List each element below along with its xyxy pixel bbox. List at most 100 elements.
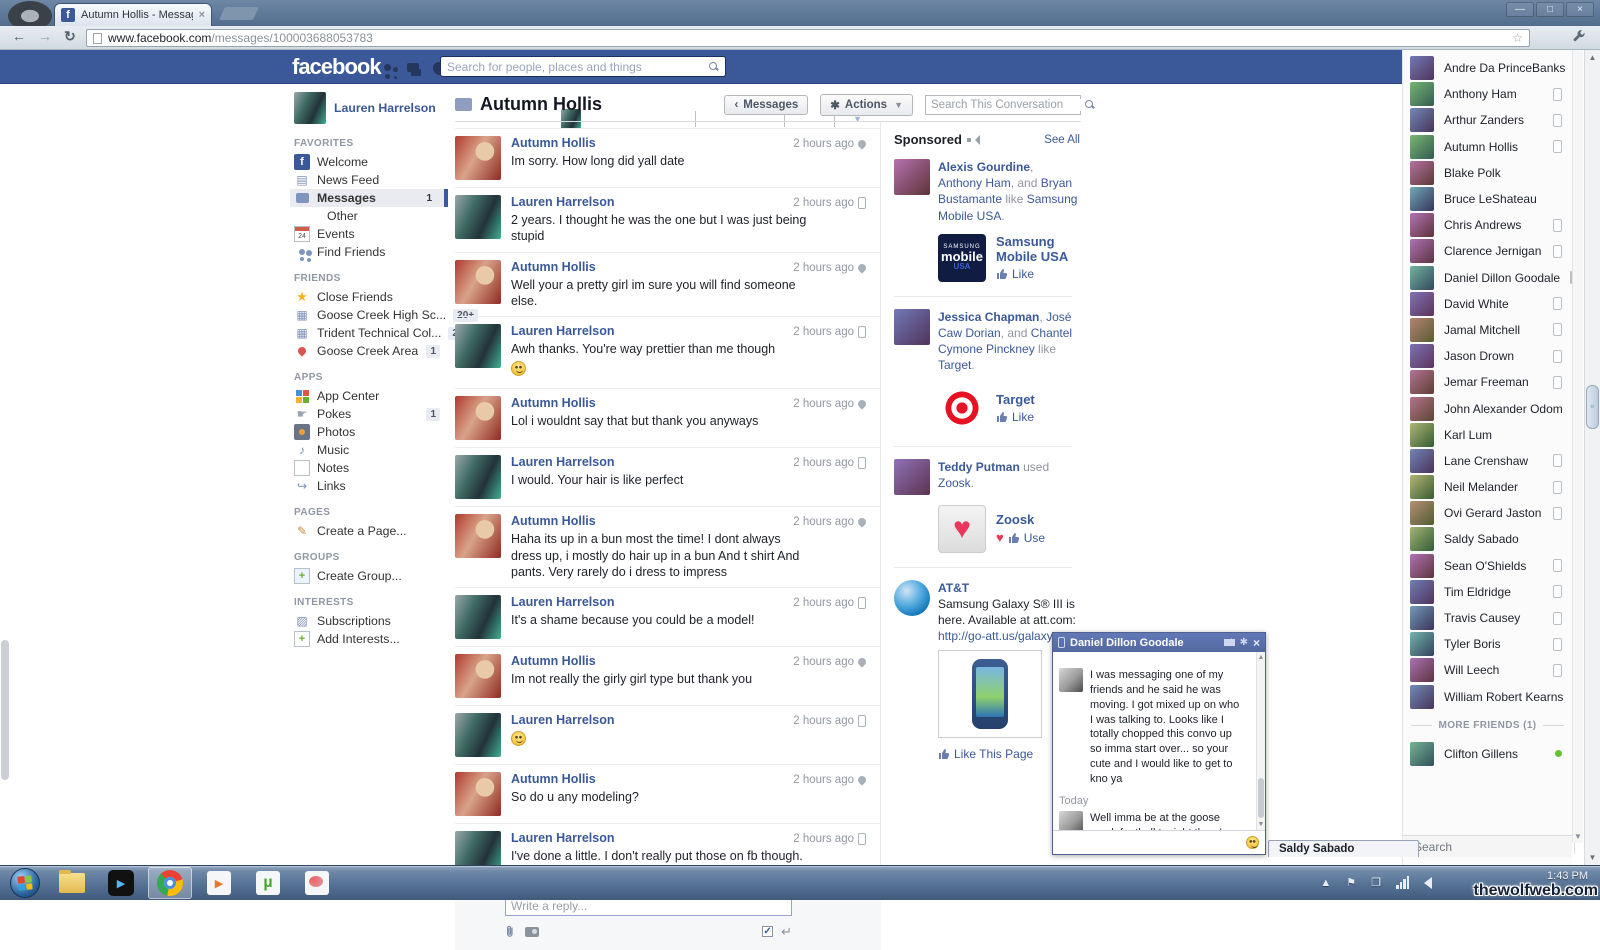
taskbar-app-button[interactable]	[99, 867, 143, 899]
nav-item[interactable]: Goose Creek High Sc... 20+	[290, 306, 479, 324]
taskbar-app-button[interactable]	[148, 867, 192, 899]
friend-search-input[interactable]	[1414, 839, 1569, 854]
attach-file-icon[interactable]	[505, 924, 515, 939]
ad-logo[interactable]: SAMSUNG mobile USA	[938, 233, 986, 282]
scroll-down-arrow-icon[interactable]: ▼	[1585, 850, 1600, 865]
ad-action-link[interactable]: ♥ Like	[996, 267, 1080, 281]
friend-row[interactable]: Autumn Hollis	[1403, 134, 1572, 160]
chat-popup-scrollbar[interactable]: ▲ ▼	[1256, 652, 1265, 830]
att-logo[interactable]	[894, 579, 930, 616]
friend-row[interactable]: Andre Da PrinceBanks	[1403, 55, 1572, 81]
chat-popup-header[interactable]: Daniel Dillon Goodale ✱ ×	[1053, 633, 1265, 652]
minimized-chat-tab[interactable]: Saldy Sabado	[1268, 840, 1419, 857]
message-author[interactable]: Lauren Harrelson	[511, 455, 683, 469]
close-chat-icon[interactable]: ×	[1253, 636, 1260, 650]
press-enter-checkbox[interactable]: ✓	[762, 926, 774, 937]
message-author[interactable]: Lauren Harrelson	[511, 831, 811, 845]
profile-row[interactable]: Lauren Harrelson	[294, 92, 448, 124]
message-avatar[interactable]	[455, 259, 501, 304]
message-avatar[interactable]	[455, 455, 501, 500]
message-author[interactable]: Autumn Hollis	[511, 396, 758, 410]
friend-row[interactable]: Anthony Ham	[1403, 81, 1572, 107]
message-avatar[interactable]	[455, 713, 501, 757]
scroll-down-arrow-icon[interactable]: ▼	[1574, 832, 1582, 841]
friend-row[interactable]: Will Leech	[1403, 657, 1572, 683]
nav-item[interactable]: Notes	[290, 459, 448, 477]
tab-close-icon[interactable]: ×	[199, 9, 205, 21]
flag-action-center-icon[interactable]: ⚑	[1346, 876, 1356, 889]
friend-row[interactable]: Bruce LeShateau	[1403, 186, 1572, 212]
close-button[interactable]: ×	[1566, 2, 1594, 17]
facebook-logo[interactable]: facebook	[292, 54, 382, 80]
start-button[interactable]	[10, 868, 40, 898]
conversation-search[interactable]	[925, 94, 1093, 115]
minimize-button[interactable]: —	[1506, 2, 1534, 17]
video-call-icon[interactable]	[1223, 638, 1235, 646]
nav-item[interactable]: Close Friends	[290, 288, 448, 306]
nav-item[interactable]: Music	[290, 441, 448, 459]
friend-row[interactable]: Clifton Gillens	[1403, 741, 1572, 767]
friend-row[interactable]: John Alexander Odom	[1403, 395, 1575, 421]
message-author[interactable]: Lauren Harrelson	[511, 324, 775, 338]
friend-row[interactable]: Sean O'Shields	[1403, 553, 1572, 579]
friend-row[interactable]: Neil Melander	[1403, 474, 1572, 500]
taskbar-clock[interactable]: 1:43 PM	[1547, 870, 1588, 882]
nav-item[interactable]: Pokes 1	[290, 405, 448, 423]
friend-row[interactable]: Jamal Mitchell	[1403, 317, 1572, 343]
address-bar[interactable]: www.facebook.com/messages/10000368805378…	[86, 29, 1530, 47]
page-scroll-thumb[interactable]: ≡	[1586, 385, 1599, 429]
nav-item[interactable]: Events	[290, 225, 448, 243]
friend-row[interactable]: Ovi Gerard Jaston	[1403, 500, 1572, 526]
message-avatar[interactable]	[455, 324, 501, 368]
friend-row[interactable]: Chris Andrews	[1403, 212, 1572, 238]
nav-item[interactable]: News Feed	[290, 171, 448, 189]
message-avatar[interactable]	[455, 595, 501, 639]
chat-scroll-thumb[interactable]	[1258, 778, 1264, 818]
ad-avatar[interactable]	[894, 458, 930, 495]
network-signal-icon[interactable]	[1396, 876, 1409, 889]
scroll-up-arrow-icon[interactable]: ▲	[1585, 50, 1600, 65]
profile-name[interactable]: Lauren Harrelson	[334, 101, 436, 115]
messages-icon[interactable]	[404, 58, 422, 76]
ad-logo[interactable]	[938, 383, 986, 432]
browser-tab[interactable]: f Autumn Hollis - Messages ×	[54, 3, 212, 26]
search-icon[interactable]	[709, 61, 719, 72]
nav-item[interactable]: Find Friends	[290, 243, 448, 261]
nav-item[interactable]: Trident Technical Col... 20+	[290, 324, 474, 342]
message-avatar[interactable]	[455, 772, 501, 816]
friend-row[interactable]: Blake Polk	[1403, 160, 1572, 186]
ad-avatar[interactable]	[894, 159, 930, 195]
message-avatar[interactable]	[455, 396, 501, 441]
ad-action-link[interactable]: ♥ Like	[996, 410, 1035, 424]
friend-row[interactable]: Karl Lum	[1403, 422, 1572, 448]
nav-item[interactable]: Links	[290, 477, 448, 495]
ad-logo[interactable]	[938, 504, 986, 553]
nav-item[interactable]: Create Group...	[290, 567, 448, 585]
friend-row[interactable]: Tim Eldridge	[1403, 579, 1572, 605]
message-author[interactable]: Autumn Hollis	[511, 136, 684, 150]
ad-social-text[interactable]: Jessica Chapman, José Caw Dorian, and Ch…	[938, 309, 1080, 374]
message-author[interactable]: Autumn Hollis	[511, 260, 811, 274]
friend-row[interactable]: Arthur Zanders	[1403, 107, 1572, 133]
nav-item[interactable]: App Center	[290, 387, 448, 405]
friend-row[interactable]: Jason Drown	[1403, 343, 1572, 369]
ad-brand-name[interactable]: Target	[996, 392, 1035, 407]
message-author[interactable]: Lauren Harrelson	[511, 595, 755, 609]
friend-row[interactable]: Travis Causey	[1403, 605, 1572, 631]
message-author[interactable]: Autumn Hollis	[511, 514, 811, 528]
back-button[interactable]: ←	[12, 28, 26, 44]
taskbar-app-button[interactable]	[246, 867, 290, 899]
reload-button[interactable]: ↻	[64, 28, 76, 45]
friend-row[interactable]: William Robert Kearns	[1403, 684, 1576, 710]
global-search-input[interactable]	[447, 59, 709, 74]
new-tab-button[interactable]	[218, 7, 260, 20]
scroll-up-arrow-icon[interactable]: ▲	[1257, 654, 1265, 661]
message-avatar[interactable]	[455, 195, 501, 239]
message-author[interactable]: Lauren Harrelson	[511, 713, 615, 727]
chat-message-input[interactable]	[1059, 836, 1246, 849]
message-avatar[interactable]	[455, 136, 501, 180]
maximize-button[interactable]: □	[1536, 2, 1564, 17]
bookmark-star-icon[interactable]: ☆	[1512, 31, 1523, 45]
scroll-down-arrow-icon[interactable]: ▼	[1257, 821, 1265, 828]
ad-action-link[interactable]: ♥ Use	[996, 530, 1045, 545]
